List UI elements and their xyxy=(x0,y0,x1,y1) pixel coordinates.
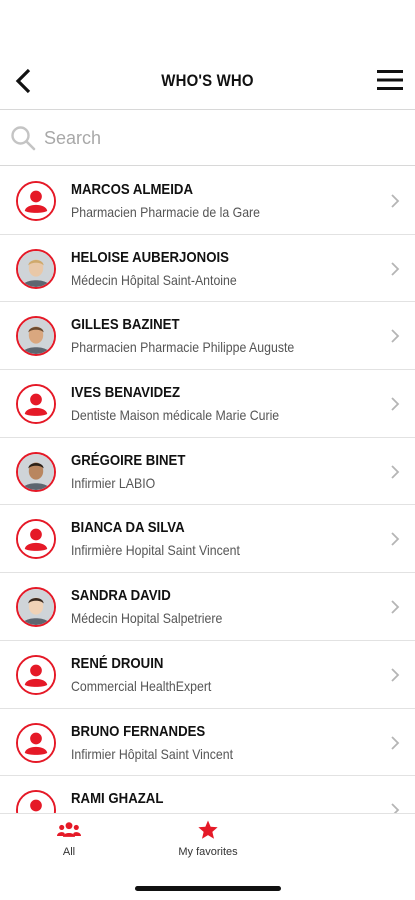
group-icon xyxy=(57,822,81,837)
default-avatar-icon xyxy=(18,521,54,558)
contact-role: Médecin Hopital Salpetriere xyxy=(71,610,223,627)
back-arrow-icon xyxy=(15,68,31,94)
chevron-right-icon xyxy=(390,531,400,547)
star-icon xyxy=(198,820,218,839)
contact-role: Pharmacien Pharmacie de la Gare xyxy=(71,204,261,220)
contact-row[interactable]: IVES BENAVIDEZ Dentiste Maison médicale M… xyxy=(0,370,415,438)
contact-name: GILLES BAZINET xyxy=(71,316,180,334)
home-indicator xyxy=(135,886,281,891)
avatar xyxy=(16,181,56,221)
avatar xyxy=(16,451,56,492)
contact-role: Infirmier Hôpital Saint Vincent xyxy=(71,745,234,762)
avatar xyxy=(16,384,56,425)
header-bar: WHO'S WHO xyxy=(0,52,415,110)
chevron-right-icon xyxy=(390,396,400,412)
back-button[interactable] xyxy=(10,66,38,96)
contact-row[interactable]: SANDRA DAVID Médecin Hopital Salpetriere xyxy=(0,573,415,641)
contact-row[interactable]: HELOISE AUBERJONOIS Médecin Hôpital Saint… xyxy=(0,235,415,303)
tab-my-favorites-label: My favorites xyxy=(178,846,238,858)
chevron-right-icon xyxy=(390,735,400,751)
avatar xyxy=(16,722,56,763)
contact-role: Infirmière Hopital Saint Vincent xyxy=(71,542,240,559)
contact-row[interactable]: GRÉGOIRE BINET Infirmier LABIO xyxy=(0,438,415,506)
default-avatar-icon xyxy=(18,183,54,219)
contact-name: RENÉ DROUIN xyxy=(71,654,164,672)
contact-row[interactable]: BRUNO FERNANDES Infirmier Hôpital Saint V… xyxy=(0,709,415,777)
default-avatar-icon xyxy=(18,724,54,761)
contact-role: Médecin Hôpital Saint-Antoine xyxy=(71,271,237,288)
chevron-right-icon xyxy=(390,667,400,683)
tab-bar: All My favorites xyxy=(0,813,415,900)
tab-my-favorites[interactable]: My favorites xyxy=(168,820,248,858)
contact-name: IVES BENAVIDEZ xyxy=(71,384,181,402)
contact-role: Infirmier LABIO xyxy=(71,474,156,491)
contact-row[interactable]: RAMI GHAZAL xyxy=(0,776,415,813)
hamburger-menu-icon xyxy=(377,70,403,90)
contact-role: Pharmacien Pharmacie Philippe Auguste xyxy=(71,339,295,356)
profile-photo xyxy=(18,250,54,287)
tab-all[interactable]: All xyxy=(44,820,94,858)
page-title: WHO'S WHO xyxy=(161,70,254,90)
contact-name: RAMI GHAZAL xyxy=(71,790,164,808)
default-avatar-icon xyxy=(18,386,54,423)
contact-name: MARCOS ALMEIDA xyxy=(71,181,193,198)
avatar xyxy=(16,587,56,628)
avatar xyxy=(16,316,56,357)
profile-photo xyxy=(18,318,54,355)
menu-button[interactable] xyxy=(375,65,405,95)
avatar xyxy=(16,519,56,560)
contact-row[interactable]: MARCOS ALMEIDA Pharmacien Pharmacie de la… xyxy=(0,167,415,235)
contact-row[interactable]: BIANCA DA SILVA Infirmière Hopital Saint … xyxy=(0,505,415,574)
contact-row[interactable]: GILLES BAZINET Pharmacien Pharmacie Phili… xyxy=(0,302,415,371)
avatar xyxy=(16,790,56,813)
chevron-right-icon xyxy=(390,599,400,615)
chevron-right-icon xyxy=(390,261,400,277)
contact-role: Commercial HealthExpert xyxy=(71,677,212,694)
contact-name: GRÉGOIRE BINET xyxy=(71,451,186,469)
contact-list: MARCOS ALMEIDA Pharmacien Pharmacie de la… xyxy=(0,167,415,813)
search-icon xyxy=(11,126,36,151)
search-bar xyxy=(0,111,415,166)
chevron-right-icon xyxy=(390,328,400,344)
search-input[interactable] xyxy=(44,123,384,153)
avatar xyxy=(16,248,56,289)
contact-name: HELOISE AUBERJONOIS xyxy=(71,248,229,266)
default-avatar-icon xyxy=(18,656,54,693)
avatar xyxy=(16,654,56,695)
profile-photo xyxy=(18,589,54,626)
contact-name: BRUNO FERNANDES xyxy=(71,722,206,740)
default-avatar-icon xyxy=(18,792,54,813)
contact-role: Dentiste Maison médicale Marie Curie xyxy=(71,407,280,424)
tab-all-label: All xyxy=(62,846,76,858)
chevron-right-icon xyxy=(390,193,400,209)
contact-name: BIANCA DA SILVA xyxy=(71,519,185,537)
contact-name: SANDRA DAVID xyxy=(71,587,171,605)
chevron-right-icon xyxy=(390,464,400,480)
chevron-right-icon xyxy=(390,802,400,813)
contact-row[interactable]: RENÉ DROUIN Commercial HealthExpert xyxy=(0,641,415,709)
profile-photo xyxy=(18,453,54,490)
